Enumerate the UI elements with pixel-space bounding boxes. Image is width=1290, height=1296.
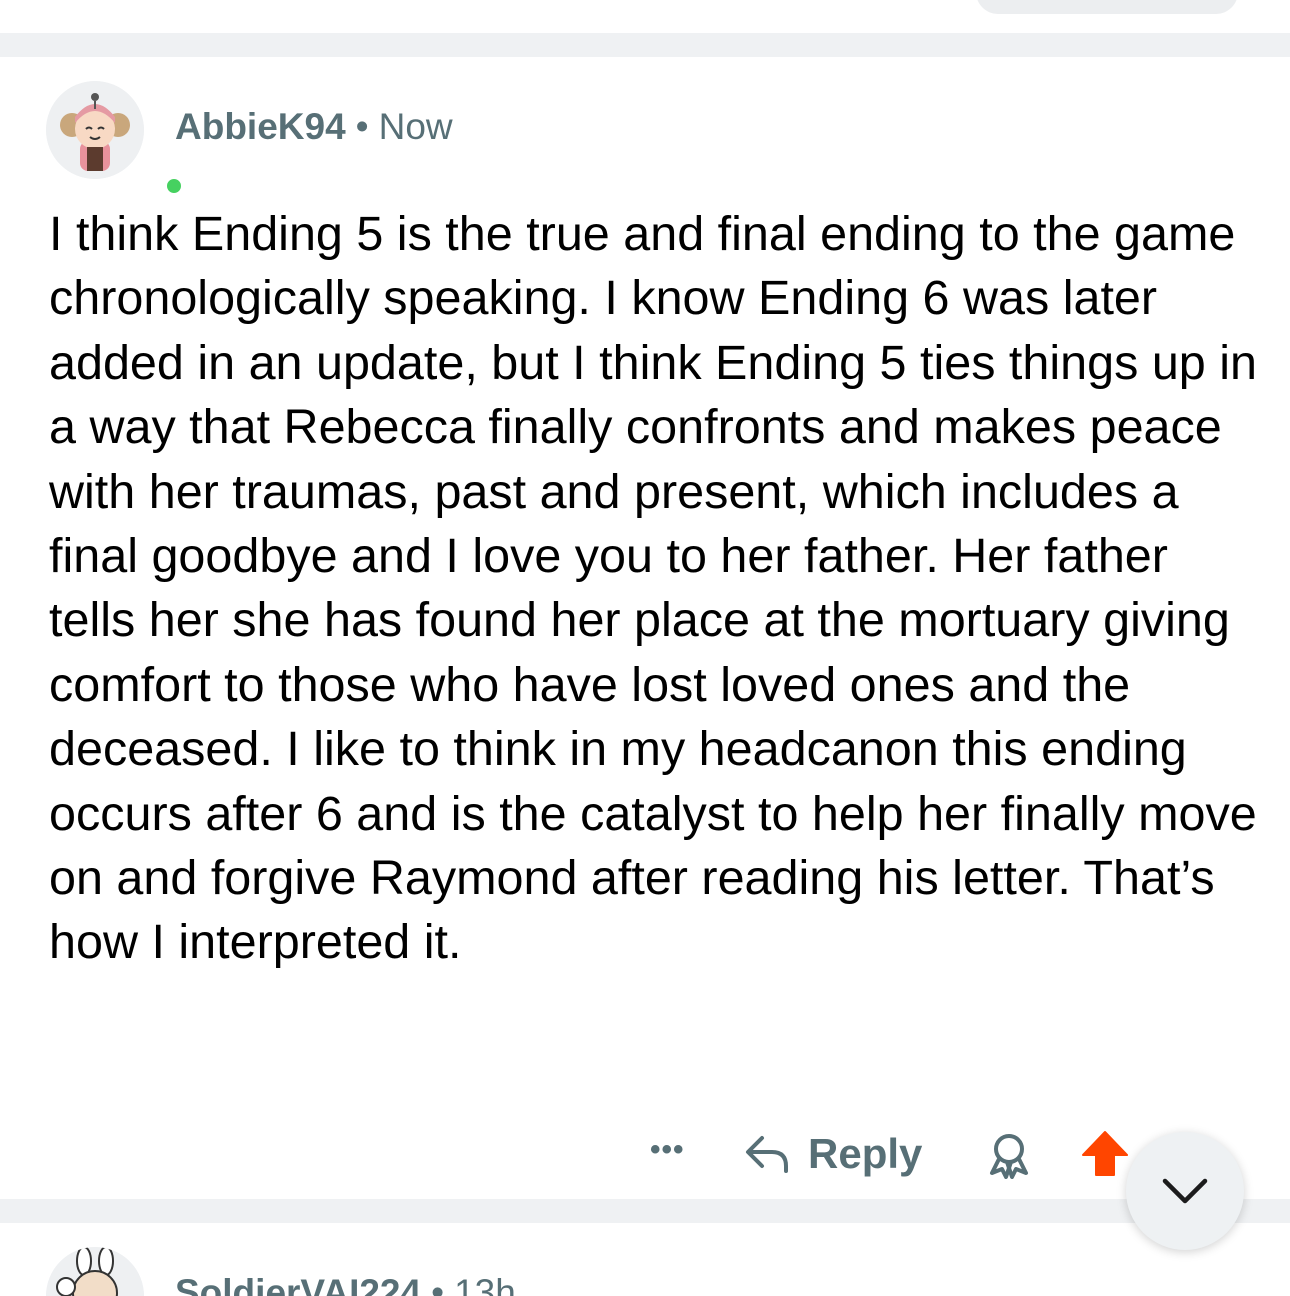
- reply-button[interactable]: Reply: [744, 1129, 922, 1179]
- upvote-arrow-icon[interactable]: [1080, 1129, 1130, 1184]
- author-avatar[interactable]: [46, 81, 185, 197]
- comment-body: I think Ending 5 is the true and final e…: [49, 207, 1258, 970]
- avatar-illustration: [46, 81, 144, 179]
- comment-actions: ••• Reply: [0, 1125, 1290, 1185]
- comment-meta: SoldierVAI224 • 13h: [175, 1272, 516, 1296]
- meta-separator: •: [431, 1272, 445, 1296]
- reply-arrow-icon: [746, 1136, 788, 1173]
- thread-divider: [0, 1199, 1290, 1223]
- comment-meta: AbbieK94 • Now: [175, 106, 453, 148]
- avatar[interactable]: [46, 1247, 144, 1296]
- avatar-illustration: [46, 1247, 144, 1296]
- comment: AbbieK94 • Now I think Ending 5 is the tru…: [0, 57, 1290, 1199]
- author-username[interactable]: AbbieK94: [175, 106, 346, 147]
- avatar[interactable]: [46, 81, 144, 179]
- previous-action-pill[interactable]: [976, 0, 1238, 14]
- next-comment: SoldierVAI224 • 13h: [0, 1223, 1290, 1296]
- author-username[interactable]: SoldierVAI224: [175, 1272, 421, 1296]
- comment-timestamp: Now: [378, 106, 453, 147]
- award-icon[interactable]: [984, 1131, 1034, 1184]
- more-options-button[interactable]: •••: [650, 1133, 685, 1167]
- thread-divider: [0, 33, 1290, 57]
- online-status-indicator: [163, 175, 185, 197]
- scroll-next-comment-button[interactable]: [1126, 1132, 1244, 1250]
- comment-timestamp: 13h: [454, 1272, 516, 1296]
- meta-separator: •: [355, 106, 369, 147]
- reddit-comment-thread: AbbieK94 • Now I think Ending 5 is the tru…: [0, 0, 1290, 1296]
- chevron-down-icon: [1162, 1178, 1208, 1204]
- reply-label: Reply: [808, 1130, 923, 1177]
